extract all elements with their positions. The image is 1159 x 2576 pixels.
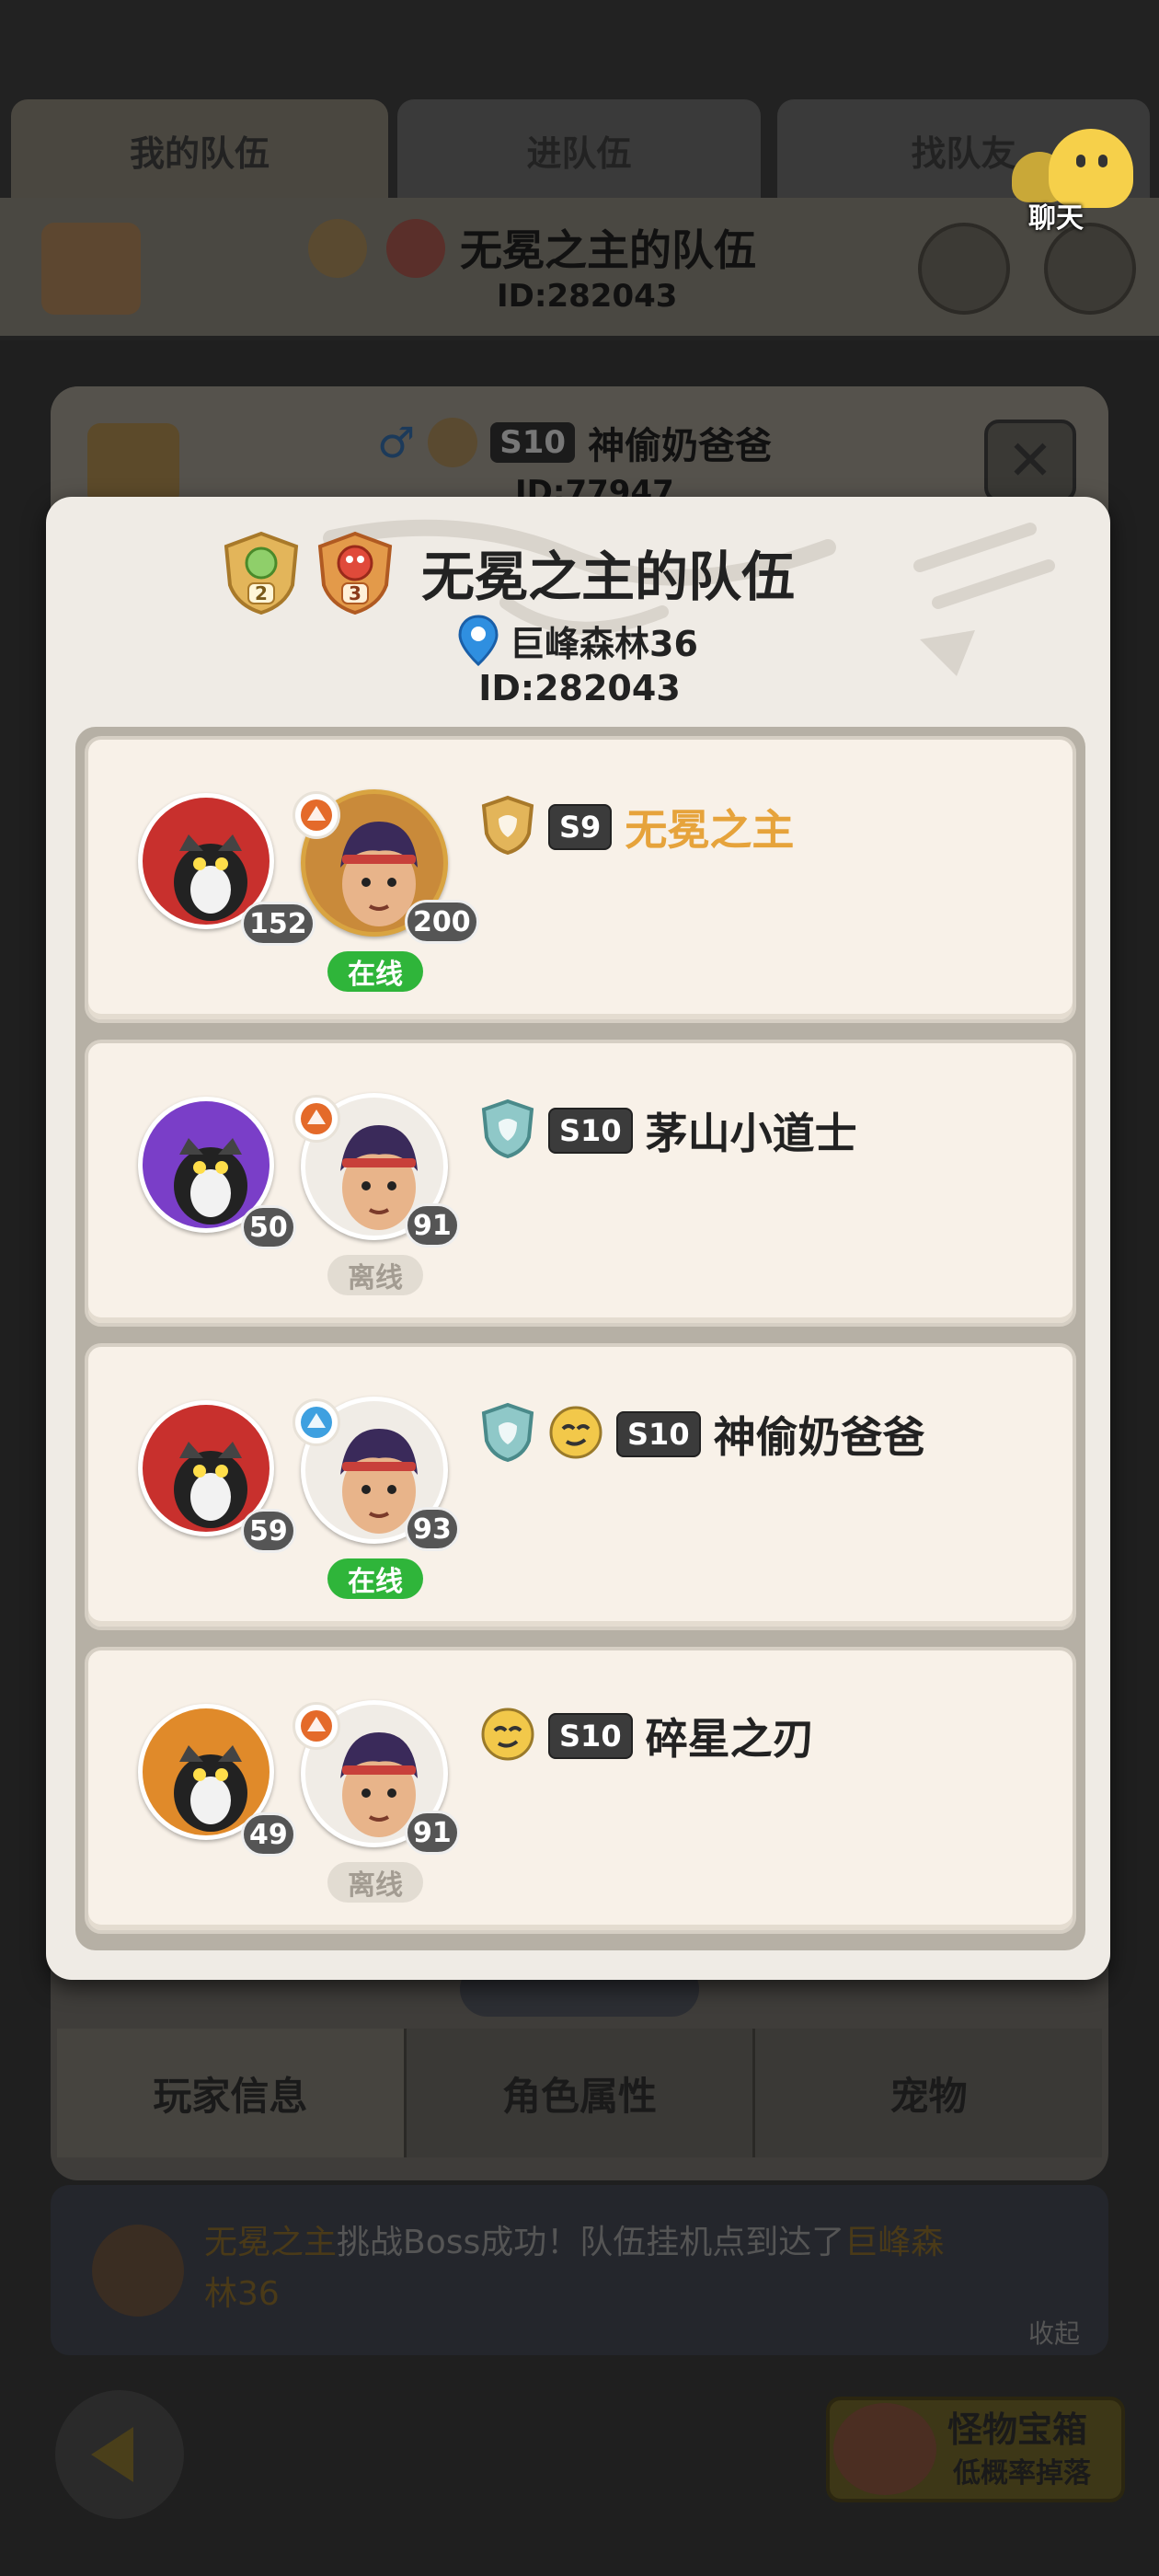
tab-pets[interactable]: 宠物 [755,2029,1103,2157]
news-avatar [92,2225,184,2317]
hero-level: 91 [405,1811,460,1855]
location-name: 巨峰森林36 [510,623,698,664]
class-icon [293,1095,340,1143]
guild-shield-icon [480,795,535,859]
male-icon: ♂ [377,418,416,467]
member-tier: S10 [548,1713,633,1759]
class-icon [293,791,340,839]
member-tier: S10 [616,1411,701,1457]
player-detail-tabs: 玩家信息 角色属性 宠物 [57,2029,1103,2157]
online-status-badge: 离线 [327,1255,423,1295]
member-name: 碎星之刃 [645,1714,815,1764]
class-icon [293,1398,340,1446]
share-icon[interactable] [1044,223,1136,315]
member-tier: S10 [548,1108,633,1154]
hero-level: 93 [405,1507,460,1551]
location-pin-icon [458,615,499,666]
news-fold-button[interactable]: 收起 [1028,2314,1080,2351]
team-level-shield-icon: 3 [317,531,393,615]
member-name-row: S10 碎星之刃 [480,1706,815,1766]
player-tier: S10 [490,422,576,463]
team-level-icon [386,219,445,278]
news-body: 挑战Boss成功！队伍挂机点到达了 [337,2224,845,2261]
team-rank-shield-icon: 2 [224,531,299,615]
team-rank-icon [308,219,367,278]
news-actor: 无冕之主 [204,2224,338,2261]
notice-scroll-icon[interactable] [41,223,141,315]
news-place-b: 林36 [204,2275,280,2313]
member-name: 神偷奶爸爸 [713,1412,925,1462]
tab-my-team[interactable]: 我的队伍 [11,99,388,201]
pet-level: 152 [241,902,316,946]
team-location: 巨峰森林36 [458,615,698,666]
online-status-badge: 离线 [327,1862,423,1903]
member-name: 茅山小道士 [645,1109,857,1158]
class-icon [293,1702,340,1750]
chest-title: 怪物宝箱 [947,2409,1088,2450]
pet-level: 49 [241,1812,296,1857]
modal-title-row: 2 3 无冕之主的队伍 [221,530,795,615]
face-badge-icon [548,1405,603,1464]
pet-level: 59 [241,1509,296,1553]
chest-icon [833,2403,936,2495]
tab-player-info[interactable]: 玩家信息 [57,2029,407,2157]
edit-icon[interactable] [87,423,179,506]
guild-shield-icon [480,1098,535,1163]
member-name-row: S10 茅山小道士 [480,1098,857,1163]
modal-team-id: ID:282043 [478,668,681,708]
news-place-a: 巨峰森 [844,2224,945,2261]
close-icon[interactable]: ✕ [984,420,1076,502]
team-header-id: ID:282043 [497,278,678,315]
news-message: 无冕之主挑战Boss成功！队伍挂机点到达了巨峰森 林36 [204,2217,1032,2320]
member-tier: S9 [548,804,613,850]
modal-title: 无冕之主的队伍 [421,546,796,608]
pet-level: 50 [241,1205,296,1249]
guild-shield-icon [480,1402,535,1466]
chat-label[interactable]: 聊天 [1028,195,1084,236]
player-panel-name-row: ♂ S10 神偷奶爸爸 [377,416,772,469]
tab-join-team[interactable]: 进队伍 [397,99,761,201]
back-button[interactable] [55,2390,184,2519]
member-name-row: S10 神偷奶爸爸 [480,1402,925,1466]
settings-gear-icon[interactable] [918,223,1010,315]
back-arrow-icon [91,2427,133,2482]
chest-subtitle: 低概率掉落 [953,2457,1091,2490]
member-name: 无冕之主 [625,805,795,855]
player-panel-name: 神偷奶爸爸 [588,425,773,467]
tab-character-attributes[interactable]: 角色属性 [406,2029,756,2157]
hero-level: 200 [405,900,479,944]
face-badge-icon [428,418,478,467]
team-level-number: 3 [349,582,361,604]
online-status-badge: 在线 [327,1558,423,1599]
team-rank-number: 2 [255,582,268,604]
face-badge-icon [480,1707,535,1765]
member-name-row: S9 无冕之主 [480,795,794,859]
hero-level: 91 [405,1203,460,1248]
team-header-title: 无冕之主的队伍 [460,225,756,275]
online-status-badge: 在线 [327,951,423,992]
